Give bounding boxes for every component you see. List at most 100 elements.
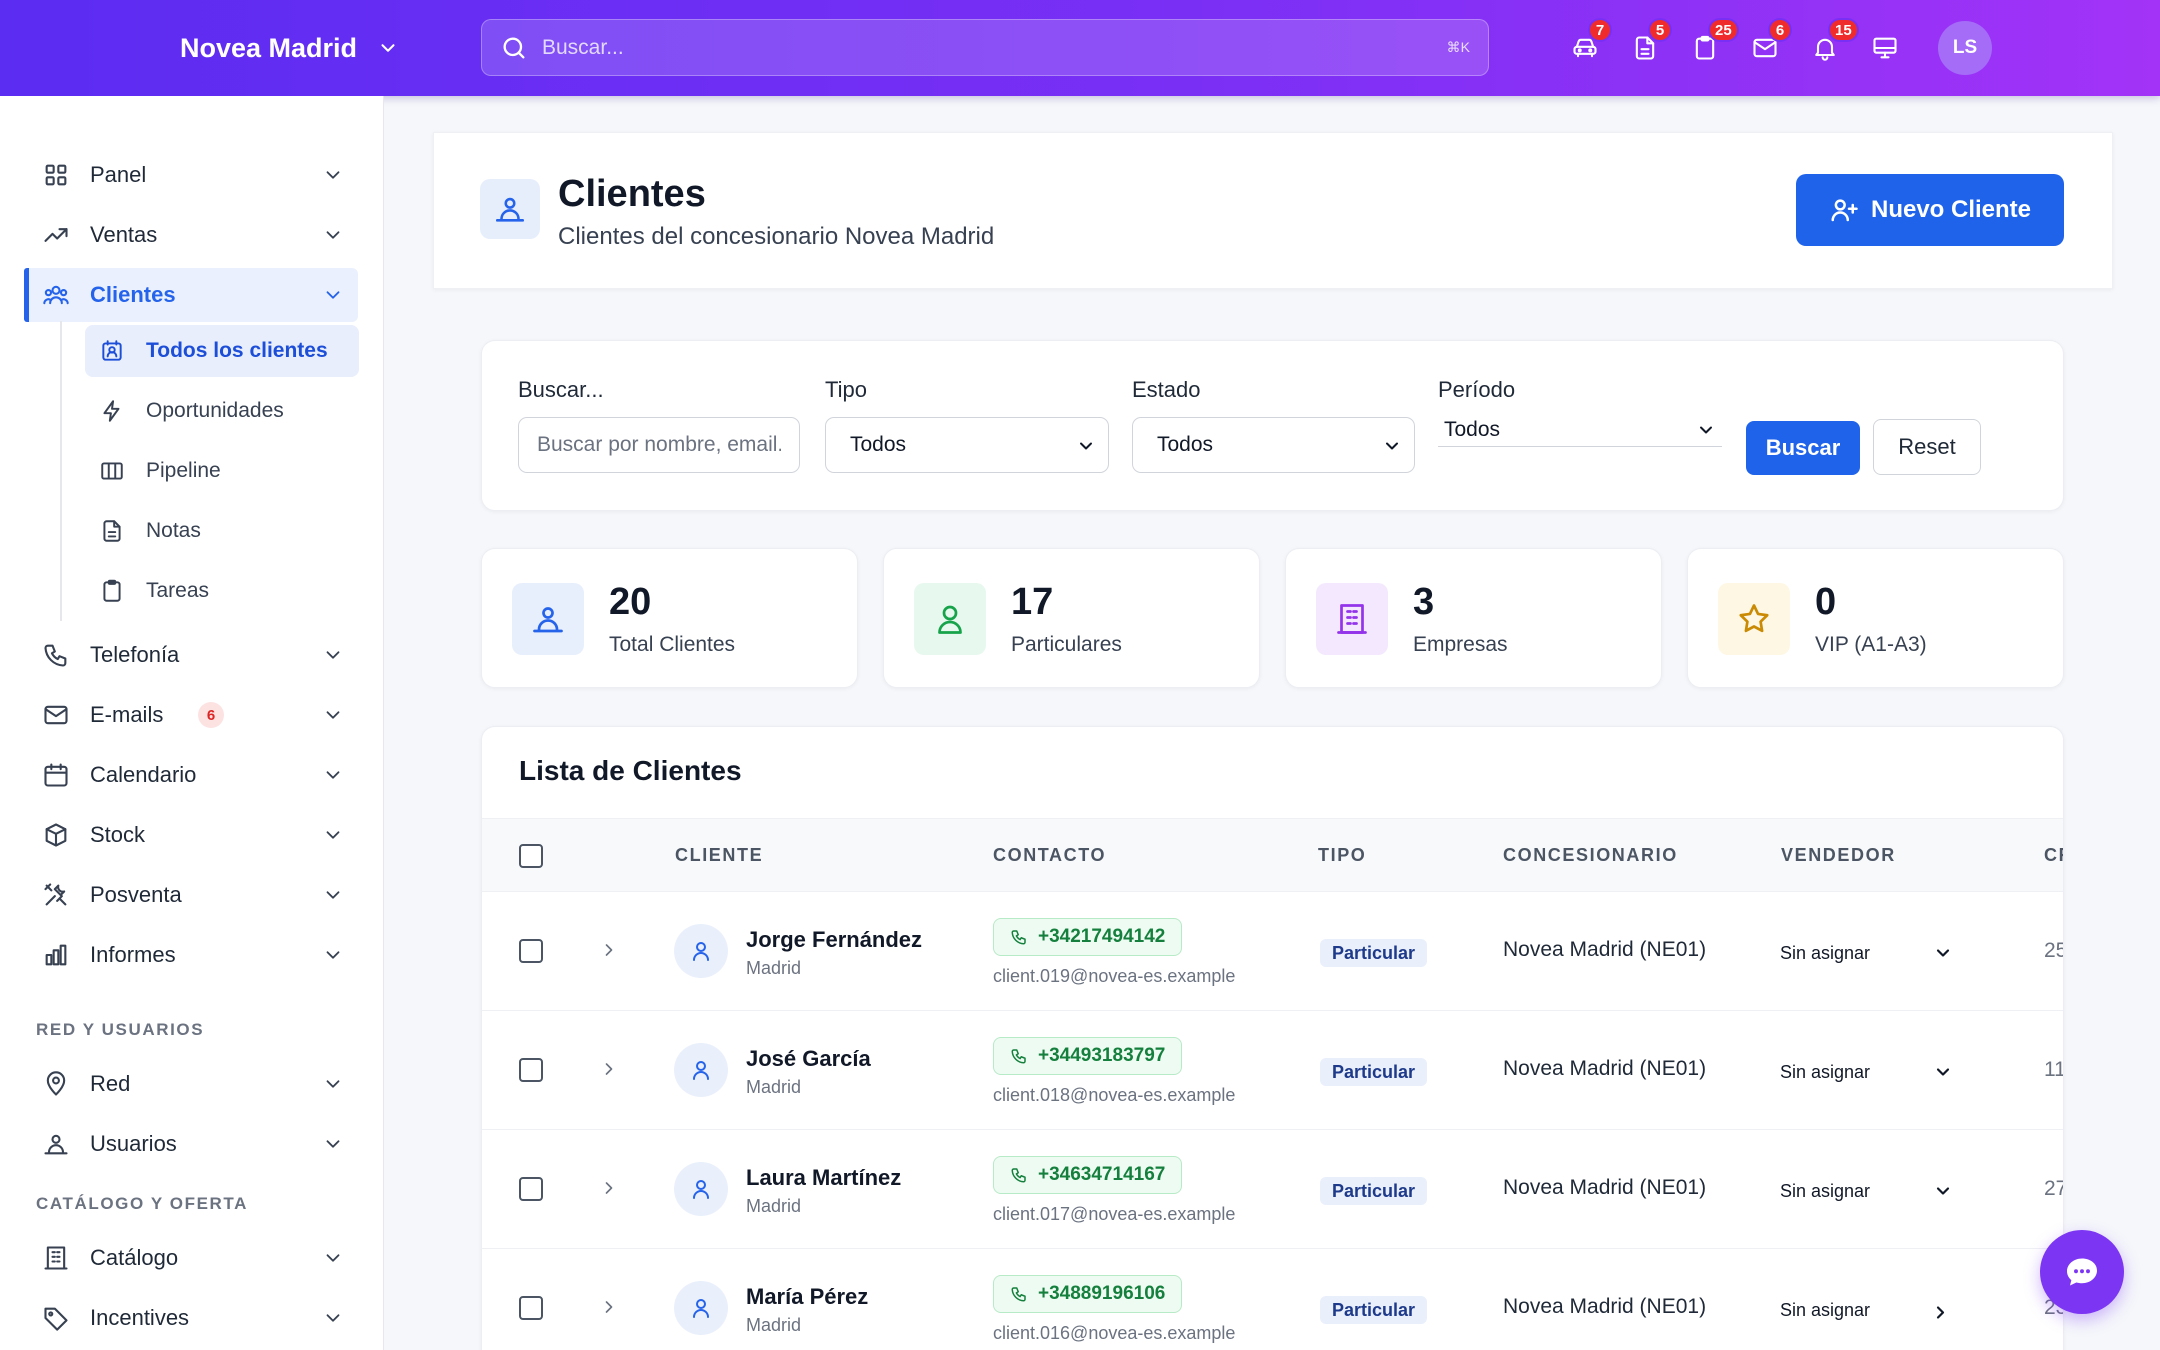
sidebar-item-stock[interactable]: Stock bbox=[24, 808, 358, 862]
salesperson-select[interactable]: Sin asignar bbox=[1780, 936, 1966, 970]
client-email[interactable]: client.019@novea-es.example bbox=[993, 966, 1235, 987]
tipo-select-value: Todos bbox=[850, 433, 907, 456]
client-name[interactable]: Jorge Fernández bbox=[746, 927, 922, 953]
phone-icon bbox=[1010, 1166, 1028, 1184]
client-phone-button[interactable]: +34217494142 bbox=[993, 918, 1183, 956]
new-client-button[interactable]: Nuevo Cliente bbox=[1796, 174, 2064, 246]
sidebar-item-clientes[interactable]: Clientes bbox=[24, 268, 358, 322]
chevron-down-icon bbox=[322, 164, 344, 186]
column-header-concesionario[interactable]: CONCESIONARIO bbox=[1503, 845, 1678, 866]
display-button[interactable] bbox=[1870, 24, 1900, 72]
column-header-contacto[interactable]: CONTACTO bbox=[993, 845, 1106, 866]
stat-card-vip: 0 VIP (A1-A3) bbox=[1687, 548, 2064, 688]
sidebar-item-label: Panel bbox=[90, 162, 147, 187]
notifications-button[interactable]: 15 bbox=[1810, 18, 1859, 72]
select-all-checkbox[interactable] bbox=[519, 844, 543, 868]
documents-button[interactable]: 5 bbox=[1630, 18, 1672, 72]
new-client-label: Nuevo Cliente bbox=[1870, 196, 2032, 223]
table-row[interactable]: Laura Martínez Madrid +34634714167 clien… bbox=[482, 1130, 2063, 1249]
column-header-cliente[interactable]: CLIENTE bbox=[675, 845, 763, 866]
user-icon bbox=[914, 583, 986, 655]
column-header-vendedor[interactable]: VENDEDOR bbox=[1781, 845, 1896, 866]
sidebar-item-emails[interactable]: E-mails 6 bbox=[24, 688, 358, 742]
user-group-icon bbox=[42, 1130, 70, 1158]
salesperson-select[interactable]: Sin asignar bbox=[1780, 1055, 1966, 1089]
sidebar-item-label: E-mails bbox=[90, 702, 164, 727]
sidebar-item-incentives[interactable]: Incentives bbox=[24, 1291, 358, 1345]
row-checkbox[interactable] bbox=[519, 1058, 543, 1082]
sidebar-subitem-notas[interactable]: Notas bbox=[85, 505, 359, 557]
sidebar-subitem-tareas[interactable]: Tareas bbox=[85, 565, 359, 617]
submenu-divider bbox=[60, 321, 62, 621]
sidebar-item-calendario[interactable]: Calendario bbox=[24, 748, 358, 802]
stat-label: Total Clientes bbox=[609, 633, 736, 656]
client-phone-button[interactable]: +34634714167 bbox=[993, 1156, 1183, 1194]
clients-table-card: Lista de Clientes CLIENTE CONTACTO TIPO … bbox=[481, 726, 2064, 1350]
search-button[interactable]: Buscar bbox=[1746, 421, 1860, 475]
chevron-down-icon bbox=[322, 764, 344, 786]
sidebar-item-ventas[interactable]: Ventas bbox=[24, 208, 358, 262]
column-header-tipo[interactable]: TIPO bbox=[1318, 845, 1366, 866]
table-row[interactable]: José García Madrid +34493183797 client.0… bbox=[482, 1011, 2063, 1130]
salesperson-value: Sin asignar bbox=[1780, 1061, 1871, 1082]
sidebar-item-telefonia[interactable]: Telefonía bbox=[24, 628, 358, 682]
client-phone-button[interactable]: +34493183797 bbox=[993, 1037, 1183, 1075]
client-phone-button[interactable]: +34889196106 bbox=[993, 1275, 1183, 1313]
sidebar-subitem-pipeline[interactable]: Pipeline bbox=[85, 445, 359, 497]
client-search-input[interactable] bbox=[518, 417, 800, 473]
chevron-down-icon bbox=[1382, 436, 1402, 456]
sidebar-item-red[interactable]: Red bbox=[24, 1057, 358, 1111]
sidebar-item-label: Catálogo bbox=[90, 1245, 179, 1270]
tasks-button[interactable]: 25 bbox=[1690, 18, 1739, 72]
sidebar-item-usuarios[interactable]: Usuarios bbox=[24, 1117, 358, 1171]
stat-value: 3 bbox=[1413, 581, 1435, 623]
row-checkbox[interactable] bbox=[519, 1296, 543, 1320]
chevron-right-icon[interactable] bbox=[599, 1059, 619, 1079]
sidebar-subitem-oportunidades[interactable]: Oportunidades bbox=[85, 385, 359, 437]
client-dealership: Novea Madrid (NE01) bbox=[1503, 1176, 1707, 1199]
tag-icon bbox=[42, 1304, 70, 1332]
phone-icon bbox=[1010, 1047, 1028, 1065]
table-row[interactable]: María Pérez Madrid +34889196106 client.0… bbox=[482, 1249, 2063, 1350]
dealership-selector[interactable]: Novea Madrid bbox=[180, 26, 399, 70]
global-search-input[interactable] bbox=[528, 20, 1447, 75]
client-email[interactable]: client.018@novea-es.example bbox=[993, 1085, 1235, 1106]
client-type-badge: Particular bbox=[1320, 1058, 1428, 1086]
client-city: Madrid bbox=[746, 1315, 802, 1335]
estado-select[interactable]: Todos bbox=[1132, 417, 1415, 473]
chevron-right-icon[interactable] bbox=[599, 1297, 619, 1317]
tipo-filter-label: Tipo bbox=[825, 377, 867, 402]
user-avatar[interactable]: LS bbox=[1938, 21, 1992, 75]
salesperson-select[interactable]: Sin asignar bbox=[1780, 1174, 1966, 1208]
client-email[interactable]: client.016@novea-es.example bbox=[993, 1323, 1235, 1344]
user-plus-icon bbox=[1829, 195, 1859, 225]
section-label-catalog: CATÁLOGO Y OFERTA bbox=[36, 1194, 249, 1213]
stat-value: 17 bbox=[1011, 581, 1054, 623]
sidebar-item-catalogo[interactable]: Catálogo bbox=[24, 1231, 358, 1285]
vehicles-button[interactable]: 7 bbox=[1570, 18, 1612, 72]
client-name[interactable]: María Pérez bbox=[746, 1284, 868, 1310]
row-checkbox[interactable] bbox=[519, 1177, 543, 1201]
salesperson-select[interactable]: Sin asignar bbox=[1780, 1293, 1966, 1327]
tipo-select[interactable]: Todos bbox=[825, 417, 1109, 473]
table-title: Lista de Clientes bbox=[519, 755, 742, 786]
chevron-right-icon[interactable] bbox=[599, 940, 619, 960]
table-row[interactable]: Jorge Fernández Madrid +34217494142 clie… bbox=[482, 892, 2063, 1011]
client-email[interactable]: client.017@novea-es.example bbox=[993, 1204, 1235, 1225]
sidebar-item-informes[interactable]: Informes bbox=[24, 928, 358, 982]
chevron-right-icon[interactable] bbox=[599, 1178, 619, 1198]
sidebar-item-posventa[interactable]: Posventa bbox=[24, 868, 358, 922]
periodo-select[interactable]: Todos bbox=[1438, 413, 1722, 447]
row-checkbox[interactable] bbox=[519, 939, 543, 963]
reset-button[interactable]: Reset bbox=[1873, 419, 1981, 475]
column-header-cr[interactable]: CR bbox=[2044, 845, 2063, 866]
chevron-down-icon bbox=[1933, 943, 1953, 963]
sidebar-subitem-todos-los-clientes[interactable]: Todos los clientes bbox=[85, 325, 359, 377]
stat-label: Particulares bbox=[1011, 633, 1122, 656]
chat-button[interactable] bbox=[2040, 1230, 2124, 1314]
sidebar-item-label: Calendario bbox=[90, 762, 197, 787]
sidebar-item-panel[interactable]: Panel bbox=[24, 148, 358, 202]
mail-button[interactable]: 6 bbox=[1750, 18, 1792, 72]
client-name[interactable]: Laura Martínez bbox=[746, 1165, 901, 1191]
client-name[interactable]: José García bbox=[746, 1046, 871, 1072]
